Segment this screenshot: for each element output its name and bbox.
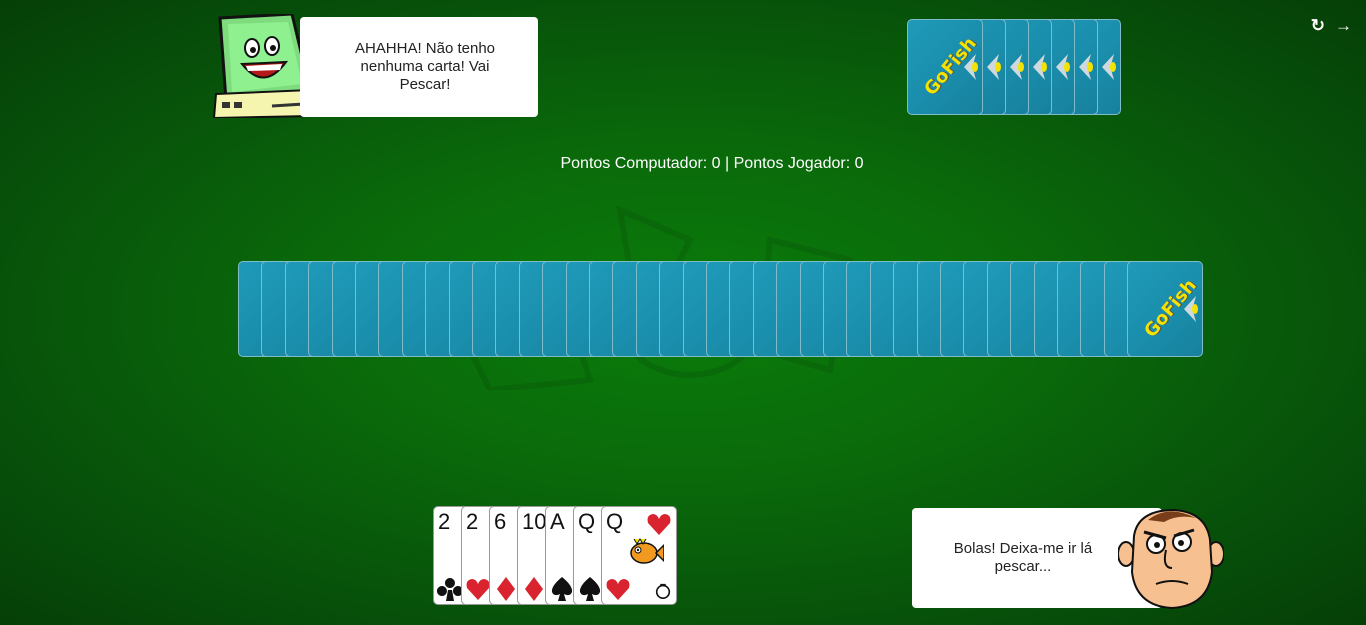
card-rank: 2: [466, 509, 479, 534]
clubs-icon: [437, 578, 463, 601]
spades-icon: [551, 577, 573, 601]
hearts-icon: [466, 579, 490, 600]
card-back: GoFish: [1127, 261, 1203, 357]
card-back: GoFish: [907, 19, 983, 115]
player-card[interactable]: Q: [601, 506, 677, 605]
score-display: Pontos Computador: 0 | Pontos Jogador: 0: [560, 155, 864, 172]
card-rank: A: [550, 509, 565, 534]
diamonds-icon: [497, 577, 515, 601]
card-rank: 6: [494, 509, 507, 534]
diamonds-icon: [525, 577, 543, 601]
player-speech-text: Bolas! Deixa-me ir lá pescar...: [953, 540, 1093, 575]
card-rank: Q: [606, 509, 624, 534]
refresh-icon[interactable]: ↻: [1311, 16, 1325, 36]
spades-icon: [579, 577, 601, 601]
hearts-icon: [647, 514, 671, 535]
card-rank: 2: [438, 509, 451, 534]
hearts-icon: [606, 579, 630, 600]
computer-speech-bubble: AHAHHA! Não tenho nenhuma carta! Vai Pes…: [300, 17, 538, 117]
sign-out-icon[interactable]: →: [1335, 16, 1352, 36]
top-toolbar: ↻ →: [1311, 16, 1352, 36]
card-rank: Q: [578, 509, 596, 534]
card-rank: 10: [522, 509, 547, 534]
ring-icon: [655, 583, 671, 600]
computer-speech-text: AHAHHA! Não tenho nenhuma carta! Vai Pes…: [354, 40, 496, 93]
fish-icon: [630, 538, 664, 564]
player-avatar: [1118, 508, 1224, 610]
